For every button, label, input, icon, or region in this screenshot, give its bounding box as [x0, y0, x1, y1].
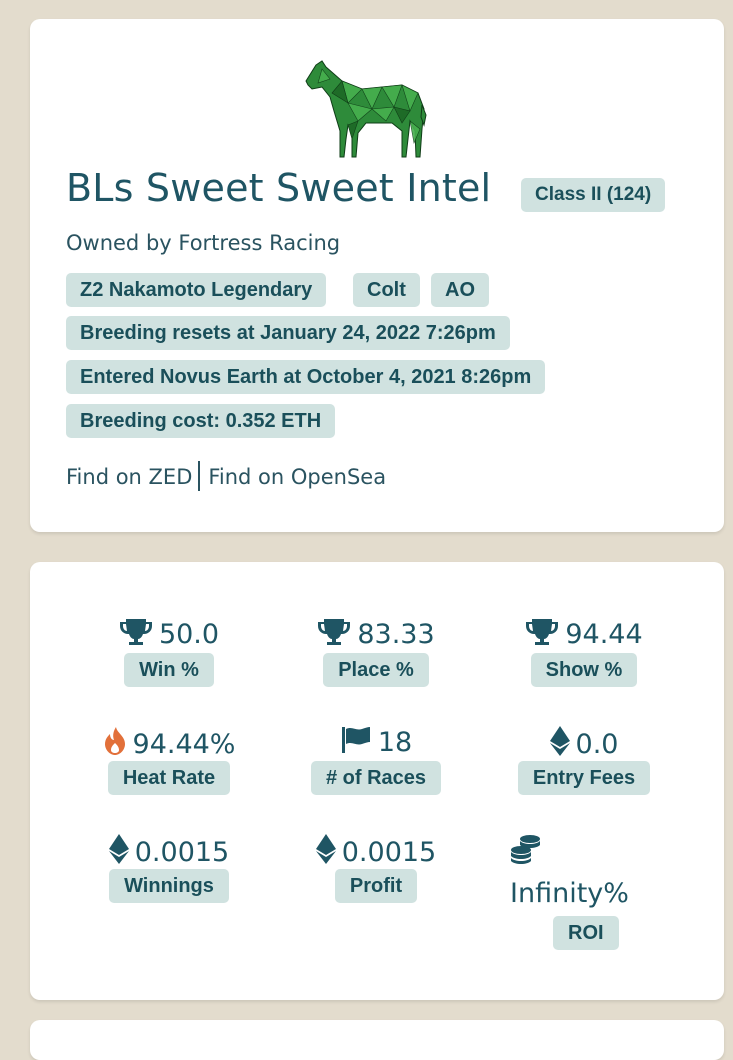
ethereum-icon: [108, 834, 129, 864]
entry-fees-label: Entry Fees: [517, 761, 651, 795]
win-value: 50.0: [158, 619, 220, 650]
stats-card: 50.0 Win % 83.33 Place % 94.44 Show % 94…: [30, 562, 724, 1000]
heat-rate-label: Heat Rate: [107, 761, 231, 795]
trophy-icon: [526, 619, 559, 645]
trophy-icon: [119, 619, 152, 645]
coins-icon: [511, 835, 540, 864]
horse-name: BLs Sweet Sweet Intel: [66, 166, 492, 210]
winnings-label: Winnings: [109, 869, 229, 903]
profit-label: Profit: [334, 869, 418, 903]
show-label: Show %: [530, 653, 638, 687]
owner-text: Owned by Fortress Racing: [66, 231, 341, 255]
stat-win: 50.0 Win %: [69, 618, 269, 687]
external-links: Find on ZED Find on OpenSea: [66, 461, 386, 491]
show-value: 94.44: [565, 619, 643, 650]
entry-fees-value: 0.0: [575, 729, 619, 760]
place-value: 83.33: [357, 619, 435, 650]
breeding-reset-badge: Breeding resets at January 24, 2022 7:26…: [66, 316, 510, 350]
win-label: Win %: [124, 653, 214, 687]
ethereum-icon: [315, 834, 336, 864]
breeding-cost-badge: Breeding cost: 0.352 ETH: [66, 404, 336, 438]
tag-bloodline: Z2 Nakamoto Legendary: [66, 273, 327, 307]
class-badge: Class II (124): [521, 178, 666, 212]
tag-coat: AO: [431, 273, 489, 307]
horse-profile-card: BLs Sweet Sweet Intel Class II (124) Own…: [30, 19, 724, 532]
winnings-value: 0.0015: [134, 837, 230, 868]
trophy-icon: [318, 619, 351, 645]
races-value: 18: [377, 727, 413, 758]
stat-races: 18 # of Races: [276, 726, 476, 795]
flag-icon: [341, 727, 370, 753]
find-on-zed-link[interactable]: Find on ZED: [66, 465, 192, 489]
stat-place: 83.33 Place %: [276, 618, 476, 687]
roi-value: Infinity%: [510, 878, 629, 909]
horse-image: [305, 60, 427, 158]
find-on-opensea-link[interactable]: Find on OpenSea: [208, 465, 386, 489]
stat-show: 94.44 Show %: [484, 618, 684, 687]
link-divider: [198, 461, 201, 491]
roi-label: ROI: [553, 916, 619, 950]
fire-icon: [104, 727, 125, 755]
stat-winnings: 0.0015 Winnings: [69, 834, 269, 903]
races-label: # of Races: [310, 761, 442, 795]
place-label: Place %: [323, 653, 429, 687]
stat-heat-rate: 94.44% Heat Rate: [69, 726, 269, 795]
tag-gender: Colt: [353, 273, 420, 307]
stat-entry-fees: 0.0 Entry Fees: [484, 726, 684, 795]
heat-rate-value: 94.44%: [132, 729, 236, 760]
stat-profit: 0.0015 Profit: [276, 834, 476, 903]
next-card: [30, 1020, 724, 1060]
entered-date-badge: Entered Novus Earth at October 4, 2021 8…: [66, 360, 546, 394]
ethereum-icon: [549, 726, 570, 756]
profit-value: 0.0015: [341, 837, 437, 868]
